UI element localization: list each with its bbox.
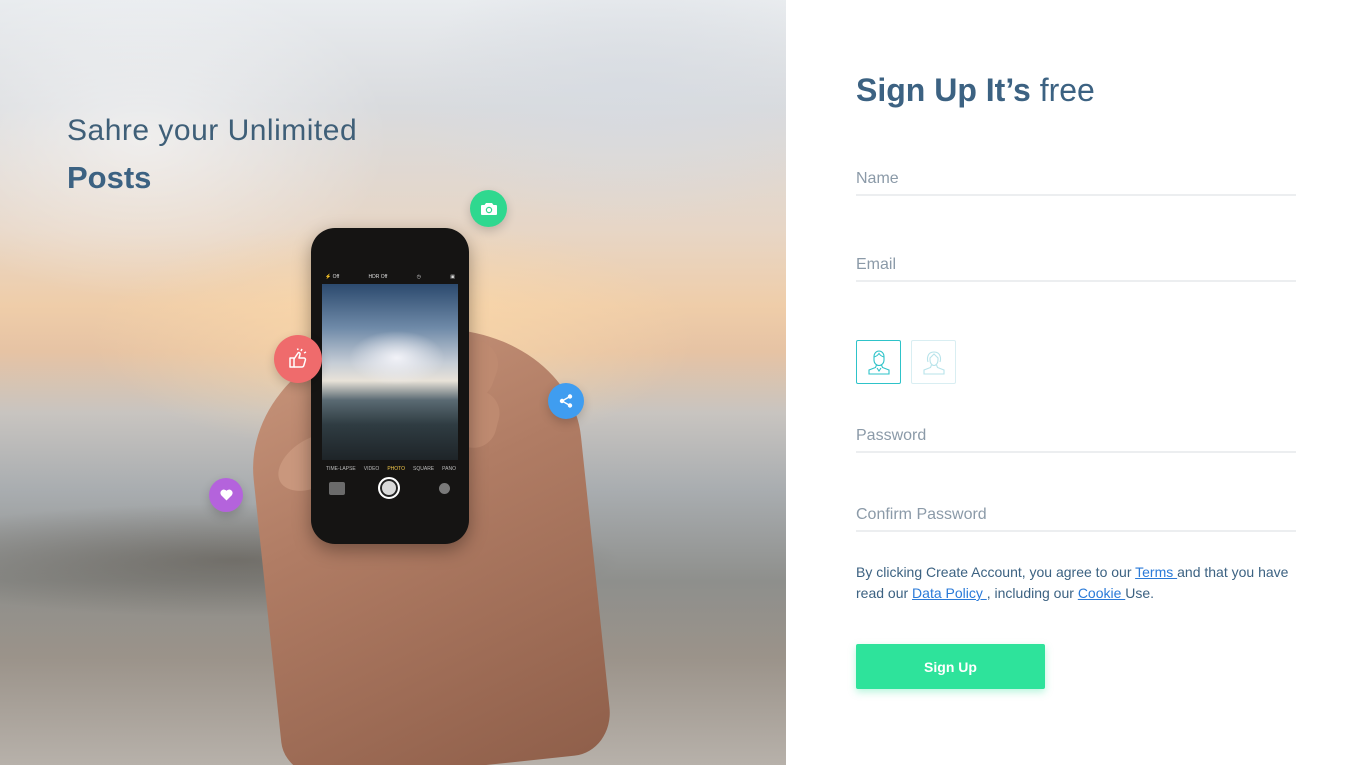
phone-status-bar: ⚡ Off HDR Off ◷ ▣ (325, 270, 455, 284)
confirm-password-field[interactable] (856, 500, 1296, 532)
camera-icon[interactable] (470, 190, 507, 227)
terms-link[interactable]: Terms (1135, 564, 1177, 580)
hdr-status: HDR Off (368, 274, 388, 280)
mode-timelapse: TIME-LAPSE (326, 466, 356, 472)
data-policy-link[interactable]: Data Policy (912, 585, 987, 601)
share-icon[interactable] (548, 383, 584, 419)
mode-square: SQUARE (413, 466, 435, 472)
password-field[interactable] (856, 421, 1296, 453)
mode-video: VIDEO (363, 466, 380, 472)
terms-text-part: By clicking Create Account, you agree to… (856, 564, 1136, 580)
hero-headline-bold: Posts (67, 160, 152, 195)
shutter-button (378, 477, 400, 499)
gender-female-button[interactable] (911, 340, 956, 384)
terms-text-part: , including our (986, 585, 1078, 601)
male-avatar-icon (867, 350, 890, 375)
phone-screen (322, 284, 458, 460)
cookie-link[interactable]: Cookie (1078, 585, 1125, 601)
mode-photo: PHOTO (387, 466, 406, 472)
terms-text-part: Use. (1125, 585, 1155, 601)
name-field[interactable] (856, 164, 1296, 196)
title-light: free (1039, 72, 1095, 108)
page-title: Sign Up It’s free (856, 72, 1095, 109)
mode-pano: PANO (442, 466, 456, 472)
camera-switch-icon: ▣ (450, 274, 455, 280)
email-field[interactable] (856, 250, 1296, 282)
gender-male-button[interactable] (856, 340, 901, 384)
hero-panel: Sahre your Unlimited Posts ⚡ Off HDR Off… (0, 0, 786, 765)
flash-status: ⚡ Off (325, 274, 340, 280)
title-bold: Sign Up It’s (856, 72, 1031, 108)
photo-preview (329, 482, 345, 495)
timer-icon: ◷ (416, 274, 421, 280)
thumbs-up-icon[interactable] (274, 335, 322, 383)
phone-image: ⚡ Off HDR Off ◷ ▣ TIME-LAPSE VIDEO PHOTO… (311, 228, 469, 544)
flip-camera-icon (439, 483, 450, 494)
heart-icon[interactable] (209, 478, 243, 512)
terms-text: By clicking Create Account, you agree to… (856, 562, 1296, 604)
sign-up-button[interactable]: Sign Up (856, 644, 1045, 689)
hero-headline: Sahre your Unlimited (67, 114, 358, 147)
female-avatar-icon (922, 351, 945, 375)
camera-modes: TIME-LAPSE VIDEO PHOTO SQUARE PANO (321, 466, 461, 474)
signup-panel: Sign Up It’s free By clicking Create Acc… (786, 0, 1366, 765)
